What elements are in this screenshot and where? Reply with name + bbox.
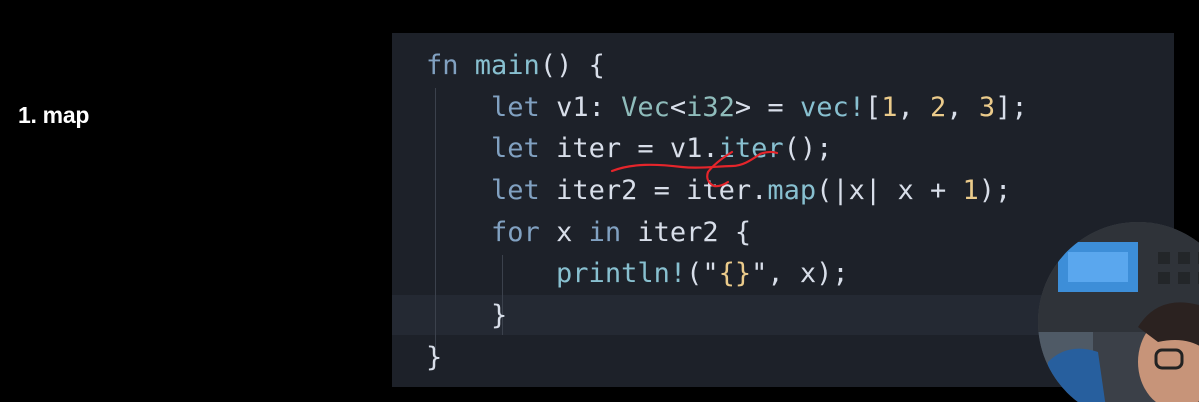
code-text: v1: bbox=[539, 91, 622, 123]
code-function: iter bbox=[718, 133, 784, 165]
code-text: x bbox=[539, 216, 589, 248]
code-keyword: fn bbox=[426, 50, 459, 81]
code-line: } bbox=[426, 295, 1028, 337]
code-keyword: let bbox=[491, 175, 540, 207]
code-function: main bbox=[474, 50, 540, 81]
code-text: } bbox=[426, 341, 443, 373]
code-number: 1 bbox=[881, 91, 898, 123]
slide-title: 1. map bbox=[18, 102, 90, 128]
code-type: Vec bbox=[621, 91, 670, 123]
code-number: {} bbox=[718, 258, 752, 290]
code-text: iter2 = iter. bbox=[539, 175, 768, 207]
code-text: (); bbox=[783, 133, 833, 165]
code-keyword: for bbox=[491, 216, 540, 248]
code-block: fn main() { let v1: Vec<i32> = vec![1, 2… bbox=[426, 45, 1028, 379]
code-number: 2 bbox=[930, 91, 947, 123]
code-number: 1 bbox=[962, 175, 979, 207]
code-line: for x in iter2 { bbox=[426, 212, 1028, 254]
code-text: , bbox=[946, 91, 979, 123]
code-text: iter2 { bbox=[621, 216, 752, 248]
code-text: ]; bbox=[995, 91, 1028, 123]
code-text: () { bbox=[539, 50, 605, 81]
code-text: > = bbox=[734, 91, 800, 123]
code-line: } bbox=[426, 337, 1028, 379]
code-text: , bbox=[897, 91, 931, 123]
code-function: println! bbox=[556, 258, 687, 290]
code-number: 3 bbox=[978, 91, 996, 123]
code-keyword: let bbox=[491, 133, 540, 165]
code-text: < bbox=[669, 91, 687, 123]
code-text: [ bbox=[864, 91, 882, 123]
code-line: let v1: Vec<i32> = vec![1, 2, 3]; bbox=[426, 87, 1028, 129]
code-function: vec! bbox=[799, 91, 865, 123]
code-line: println!("{}", x); bbox=[426, 253, 1028, 295]
code-line: let iter = v1.iter(); bbox=[426, 128, 1028, 170]
code-text: iter = v1. bbox=[539, 133, 719, 165]
code-keyword: in bbox=[588, 216, 622, 248]
code-text: ", x); bbox=[751, 258, 849, 290]
code-line: fn main() { bbox=[426, 45, 1028, 87]
code-function: map bbox=[767, 175, 817, 207]
code-text: (" bbox=[686, 258, 719, 290]
code-text: ); bbox=[978, 175, 1012, 207]
code-keyword: let bbox=[491, 91, 540, 123]
code-text: (|x| x + bbox=[816, 175, 963, 207]
code-line: let iter2 = iter.map(|x| x + 1); bbox=[426, 170, 1028, 212]
code-type: i32 bbox=[686, 91, 735, 123]
code-text: } bbox=[426, 300, 508, 332]
